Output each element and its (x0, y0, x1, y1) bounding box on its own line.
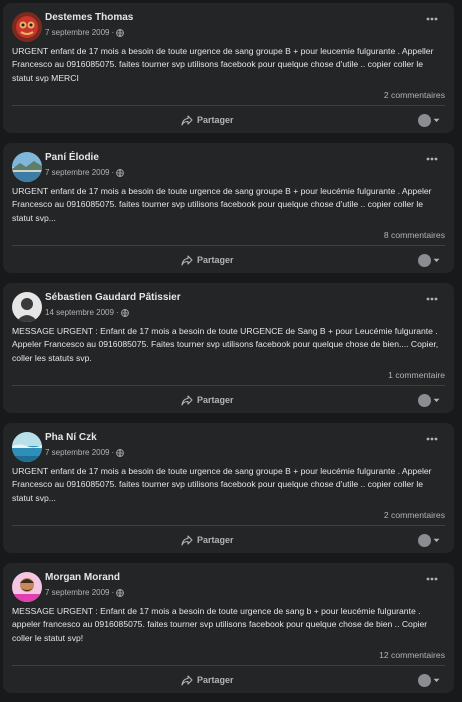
divider (12, 385, 445, 386)
avatar[interactable] (12, 572, 42, 602)
author-name[interactable]: Pha Ní Czk (45, 432, 97, 443)
meta-separator: · (111, 588, 115, 597)
post-text: URGENT enfant de 17 mois a besoin de tou… (12, 46, 434, 83)
share-icon (181, 534, 193, 546)
share-label: Partager (197, 395, 234, 405)
comments-count-link[interactable]: 2 commentaires (384, 510, 445, 520)
post-card: Paní Élodie 7 septembre 2009 · URGENT en… (3, 143, 454, 273)
divider (12, 105, 445, 106)
share-label: Partager (197, 535, 234, 545)
post-date[interactable]: 14 septembre 2009 (45, 308, 114, 317)
share-icon (181, 114, 193, 126)
post-text: MESSAGE URGENT : Enfant de 17 mois a bes… (12, 326, 439, 363)
share-button[interactable]: Partager (181, 112, 234, 128)
divider (12, 245, 445, 246)
share-button[interactable]: Partager (181, 392, 234, 408)
more-options-button[interactable] (422, 431, 442, 447)
audience-avatar-icon (418, 673, 431, 687)
author-name[interactable]: Sébastien Gaudard Pâtissier (45, 292, 181, 303)
comments-count-link[interactable]: 1 commentaire (388, 370, 445, 380)
more-icon (426, 437, 438, 441)
divider (12, 665, 445, 666)
audience-avatar-icon (418, 393, 431, 407)
more-icon (426, 297, 438, 301)
author-name[interactable]: Destemes Thomas (45, 12, 133, 23)
post-card: Destemes Thomas 7 septembre 2009 · URGEN… (3, 3, 454, 133)
meta-separator: · (115, 308, 119, 317)
post-meta: 14 septembre 2009 · (45, 308, 129, 317)
post-date[interactable]: 7 septembre 2009 (45, 448, 110, 457)
post-date[interactable]: 7 septembre 2009 (45, 168, 110, 177)
share-button[interactable]: Partager (181, 532, 234, 548)
meta-separator: · (111, 28, 115, 37)
post-date[interactable]: 7 septembre 2009 (45, 28, 110, 37)
share-label: Partager (197, 115, 234, 125)
audience-selector[interactable] (418, 392, 440, 408)
globe-icon (120, 308, 129, 317)
divider (12, 525, 445, 526)
comments-count-link[interactable]: 2 commentaires (384, 90, 445, 100)
more-icon (426, 577, 438, 581)
share-icon (181, 674, 193, 686)
audience-avatar-icon (418, 113, 431, 127)
post-meta: 7 septembre 2009 · (45, 28, 125, 37)
post-text: URGENT enfant de 17 mois a besoin de tou… (12, 466, 432, 503)
chevron-down-icon (433, 538, 440, 542)
author-name[interactable]: Morgan Morand (45, 572, 120, 583)
globe-icon (116, 168, 125, 177)
globe-icon (116, 588, 125, 597)
avatar[interactable] (12, 292, 42, 322)
audience-avatar-icon (418, 253, 431, 267)
audience-avatar-icon (418, 533, 431, 547)
chevron-down-icon (433, 398, 440, 402)
feed: Destemes Thomas 7 septembre 2009 · URGEN… (0, 0, 462, 702)
chevron-down-icon (433, 678, 440, 682)
comments-count-link[interactable]: 12 commentaires (379, 650, 445, 660)
chevron-down-icon (433, 258, 440, 262)
share-label: Partager (197, 255, 234, 265)
author-name[interactable]: Paní Élodie (45, 152, 99, 163)
more-options-button[interactable] (422, 571, 442, 587)
share-icon (181, 254, 193, 266)
post-meta: 7 septembre 2009 · (45, 588, 125, 597)
post-date[interactable]: 7 septembre 2009 (45, 588, 110, 597)
avatar[interactable] (12, 152, 42, 182)
post-meta: 7 septembre 2009 · (45, 168, 125, 177)
post-card: Morgan Morand 7 septembre 2009 · MESSAGE… (3, 563, 454, 693)
post-card: Pha Ní Czk 7 septembre 2009 · URGENT enf… (3, 423, 454, 553)
post-text: URGENT enfant de 17 mois a besoin de tou… (12, 186, 432, 223)
meta-separator: · (111, 448, 115, 457)
audience-selector[interactable] (418, 112, 440, 128)
avatar[interactable] (12, 432, 42, 462)
share-icon (181, 394, 193, 406)
share-label: Partager (197, 675, 234, 685)
post-card: Sébastien Gaudard Pâtissier 14 septembre… (3, 283, 454, 413)
audience-selector[interactable] (418, 252, 440, 268)
more-icon (426, 157, 438, 161)
more-options-button[interactable] (422, 11, 442, 27)
globe-icon (116, 448, 125, 457)
more-icon (426, 17, 438, 21)
more-options-button[interactable] (422, 151, 442, 167)
post-text: MESSAGE URGENT : Enfant de 17 mois a bes… (12, 606, 428, 643)
post-meta: 7 septembre 2009 · (45, 448, 125, 457)
more-options-button[interactable] (422, 291, 442, 307)
meta-separator: · (111, 168, 115, 177)
share-button[interactable]: Partager (181, 672, 234, 688)
audience-selector[interactable] (418, 672, 440, 688)
chevron-down-icon (433, 118, 440, 122)
avatar[interactable] (12, 12, 42, 42)
globe-icon (116, 28, 125, 37)
share-button[interactable]: Partager (181, 252, 234, 268)
comments-count-link[interactable]: 8 commentaires (384, 230, 445, 240)
audience-selector[interactable] (418, 532, 440, 548)
